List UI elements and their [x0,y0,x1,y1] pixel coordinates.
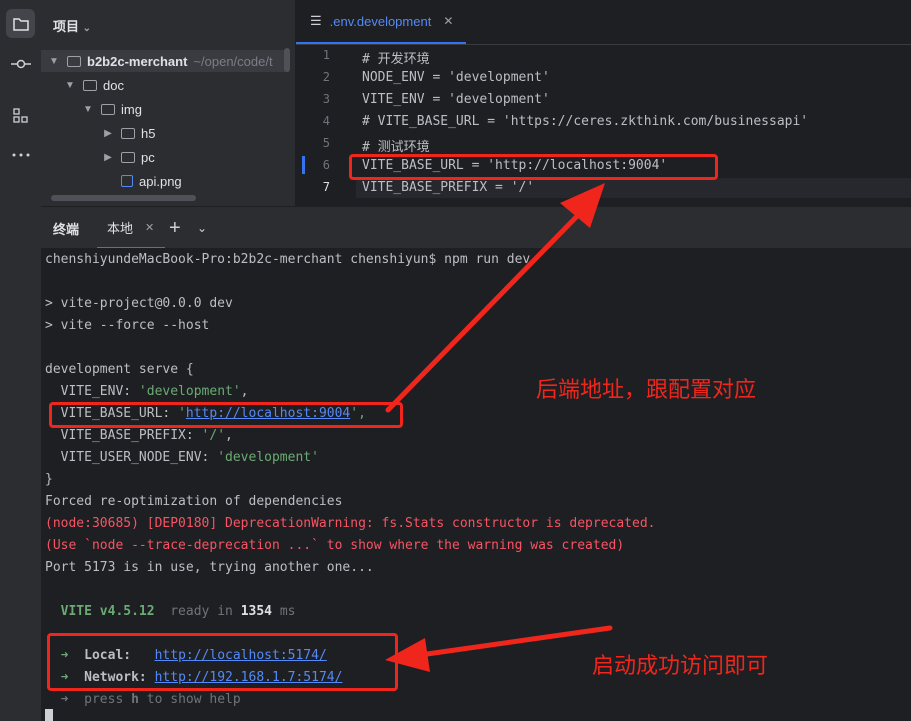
arrow-head [560,183,605,228]
annotation-start: 启动成功访问即可 [592,654,769,679]
annotation-backend: 后端地址，跟配置对应 [536,378,757,403]
arrow-to-urls [417,625,613,658]
annotation-arrows [385,183,613,672]
arrow-head [385,638,430,672]
